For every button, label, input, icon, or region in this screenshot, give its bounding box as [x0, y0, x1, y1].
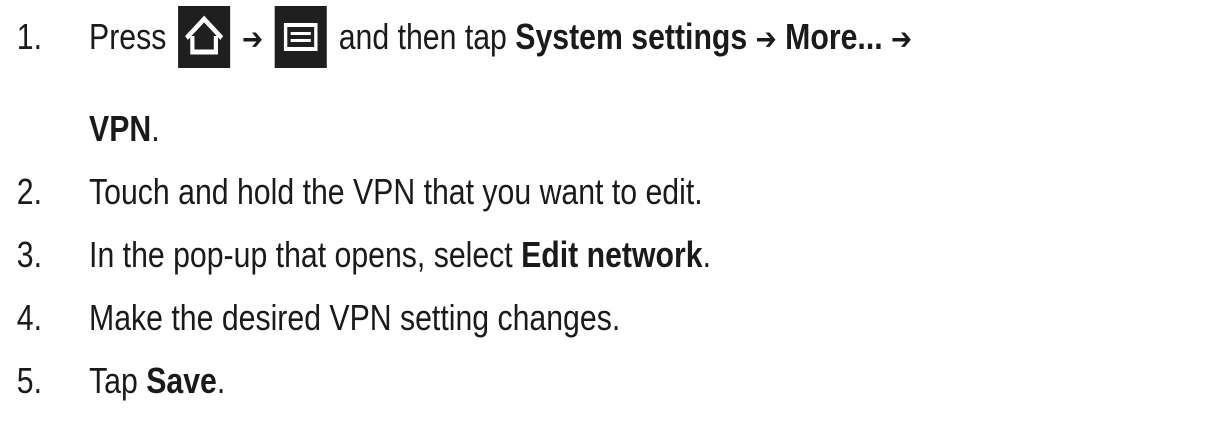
step-number: 3. — [16, 234, 43, 275]
step-number: 4. — [16, 297, 43, 338]
step-number: 5. — [16, 360, 43, 401]
home-key-icon — [178, 6, 231, 69]
press-label: Press — [89, 16, 167, 57]
period: . — [702, 234, 711, 275]
step-text-part: In the pop-up that opens, select — [89, 234, 513, 275]
step-text: Press ➔ and then tap System settings ➔ M… — [89, 6, 913, 69]
step-number: 1. — [16, 16, 43, 57]
arrow-icon: ➔ — [891, 22, 913, 57]
arrow-icon: ➔ — [755, 22, 777, 57]
arrow-icon: ➔ — [241, 22, 264, 57]
step-text: In the pop-up that opens, select Edit ne… — [89, 232, 711, 278]
menu-key-icon — [274, 6, 327, 69]
step-text: Tap Save. — [89, 358, 225, 404]
period: . — [151, 108, 160, 149]
vpn-label: VPN — [89, 108, 152, 149]
instruction-steps: 1. Press ➔ and then tap System settings … — [0, 0, 1227, 437]
step-text: Touch and hold the VPN that you want to … — [89, 171, 703, 212]
step-text: Make the desired VPN setting changes. — [89, 297, 621, 338]
step-number: 2. — [16, 171, 43, 212]
step-text-part: Tap — [89, 360, 138, 401]
system-settings-label: System settings — [515, 16, 748, 57]
and-then-label: and then tap — [338, 16, 507, 57]
more-label: More... — [785, 16, 883, 57]
save-label: Save — [146, 360, 217, 401]
edit-network-label: Edit network — [521, 234, 703, 275]
period: . — [216, 360, 226, 401]
